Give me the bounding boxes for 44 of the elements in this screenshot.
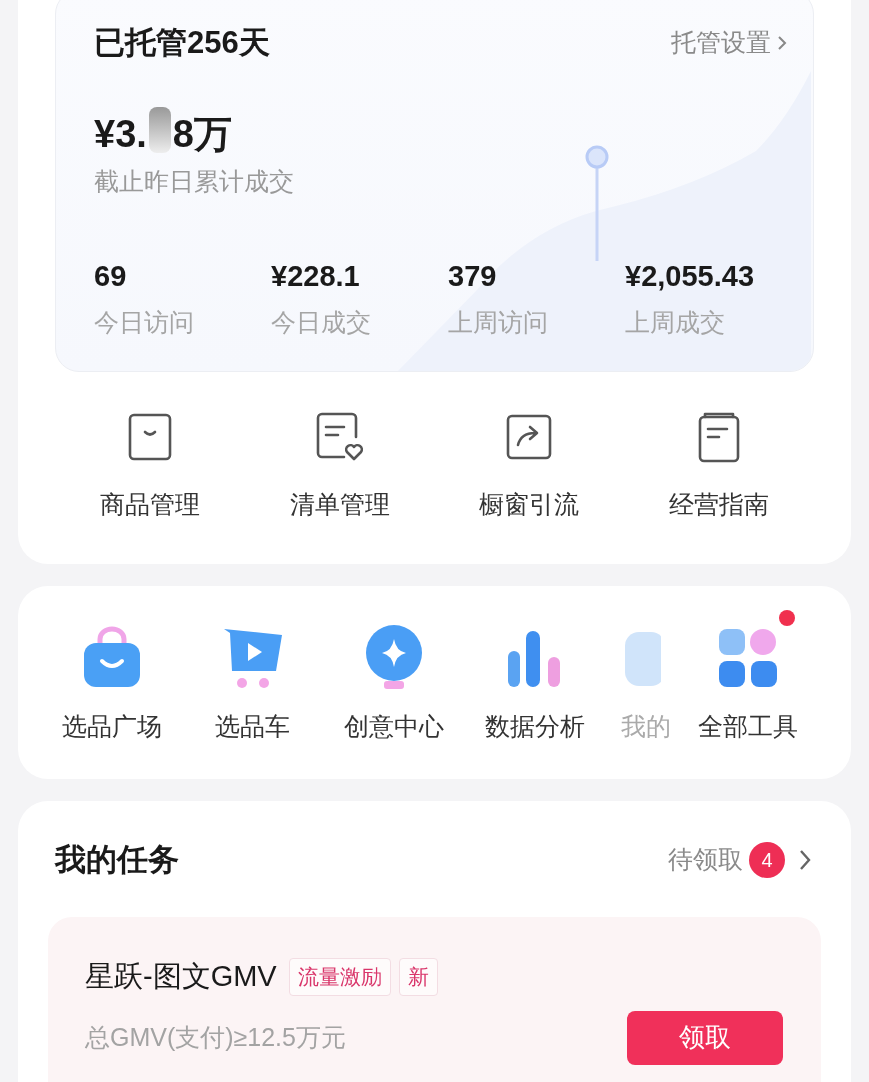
shortcut-item[interactable]: 清单管理	[244, 410, 435, 524]
amount-label: 截止昨日累计成交	[94, 166, 295, 197]
stat-value: ¥2,055.43	[625, 258, 755, 294]
amount-value: 8万	[172, 115, 232, 153]
task-requirement: 总GMV(支付)≥12.5万元	[85, 1021, 346, 1053]
tool-label: 创意中心	[343, 710, 444, 742]
shortcut-label: 经营指南	[669, 489, 770, 520]
hosting-title: 已托管256天	[94, 23, 270, 62]
shortcut-item[interactable]: 商品管理	[55, 410, 245, 524]
tool-item[interactable]: 全部工具	[685, 609, 811, 779]
task-tag: 流量激励	[288, 958, 391, 996]
tool-item[interactable]: 选品广场	[41, 609, 182, 779]
tool-label: 全部工具	[698, 710, 798, 742]
shortcut-label: 橱窗引流	[479, 489, 580, 520]
count-badge: 4	[749, 841, 785, 878]
tool-item[interactable]: 数据分析	[464, 609, 605, 779]
stat-label: 上周成交	[625, 307, 726, 338]
book-icon	[697, 410, 742, 464]
tool-item[interactable]: 创意中心	[323, 609, 464, 779]
shortcut-item[interactable]: 橱窗引流	[434, 410, 625, 524]
task-tag: 新	[398, 958, 438, 996]
shortcut-label: 清单管理	[289, 489, 390, 520]
shortcut-item[interactable]: 经营指南	[624, 410, 814, 524]
task-title: 星跃-图文GMV	[85, 959, 277, 994]
pending-label: 待领取	[668, 844, 743, 875]
stat-value: 379	[448, 258, 498, 294]
pending-link[interactable]: 待领取 4	[668, 841, 811, 879]
stat-value: 69	[94, 258, 128, 294]
blurred-digit	[148, 107, 171, 153]
claim-button[interactable]: 领取	[627, 1010, 783, 1065]
amount-value: ¥3.	[94, 115, 147, 153]
stat-label: 今日成交	[271, 307, 372, 338]
tool-item[interactable]: 选品车	[182, 609, 323, 779]
chevron-icon	[777, 35, 787, 51]
stat-label: 上周访问	[448, 307, 549, 338]
tool-label: 选品广场	[61, 710, 162, 742]
stat-value: ¥228.1	[271, 258, 361, 294]
section-title: 我的任务	[55, 840, 179, 879]
tool-label: 选品车	[215, 710, 290, 742]
chevron-icon	[799, 848, 811, 871]
stat-label: 今日访问	[94, 307, 195, 338]
shortcut-label: 商品管理	[99, 489, 200, 520]
tool-label: 数据分析	[484, 710, 585, 742]
tool-label: 我的	[621, 710, 671, 742]
